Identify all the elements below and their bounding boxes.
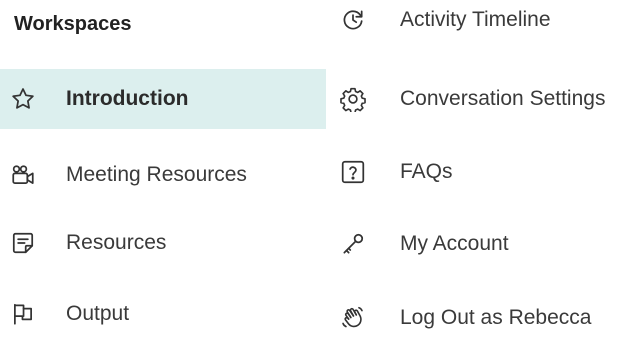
menu-item-faqs[interactable]: FAQs [326,142,642,202]
waving-hand-icon [340,305,366,331]
menu-label: Activity Timeline [400,8,551,31]
key-icon [340,231,366,257]
menu-label: Log Out as Rebecca [400,306,592,329]
account-column: Activity Timeline Conversation Settings … [326,0,642,334]
menu-item-resources[interactable]: Resources [0,213,326,273]
note-icon [10,230,36,256]
question-icon [340,159,366,185]
gear-icon [340,86,366,112]
menu-label: Conversation Settings [400,87,606,110]
workspaces-heading: Workspaces [14,13,132,35]
menu-label: Output [66,302,130,325]
menu-item-activity-timeline[interactable]: Activity Timeline [326,0,642,50]
menu-label: Introduction [66,87,189,110]
menu-item-meeting-resources[interactable]: Meeting Resources [0,145,326,205]
star-icon [10,86,36,112]
menu-label: My Account [400,232,509,255]
menu-label: Resources [66,231,167,254]
flag-icon [10,301,36,327]
menu-item-log-out[interactable]: Log Out as Rebecca [326,288,642,348]
menu-label: Meeting Resources [66,163,247,186]
menu-item-output[interactable]: Output [0,284,326,344]
clock-refresh-icon [340,7,366,33]
menu-label: FAQs [400,160,453,183]
meeting-camera-icon [10,162,36,188]
menu-item-conversation-settings[interactable]: Conversation Settings [326,69,642,129]
workspaces-column: Workspaces Introduction Meeting Resource… [0,0,326,334]
menu-item-my-account[interactable]: My Account [326,214,642,274]
menu-item-introduction[interactable]: Introduction [0,69,326,129]
